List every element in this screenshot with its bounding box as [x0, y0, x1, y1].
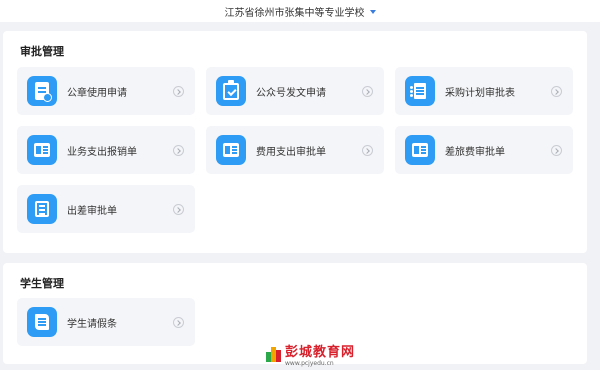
chevron-right-icon: [173, 203, 184, 215]
chevron-right-icon: [551, 144, 562, 156]
tile-label: 费用支出审批单: [256, 146, 326, 158]
tile-label: 学生请假条: [67, 318, 117, 330]
section-title: 学生管理: [20, 277, 64, 290]
tile-student-leave-request[interactable]: 学生请假条: [17, 298, 195, 346]
watermark-name: 彭城教育网: [285, 345, 356, 360]
tile-label: 差旅费审批单: [445, 146, 505, 158]
newspaper-icon: [216, 135, 246, 165]
top-bar: 江苏省徐州市张集中等专业学校: [0, 0, 600, 22]
chevron-right-icon: [362, 85, 373, 97]
section-title: 审批管理: [20, 45, 64, 58]
tile-seal-usage-request[interactable]: 公章使用申请: [17, 67, 195, 115]
tile-procurement-plan-approval[interactable]: 采购计划审批表: [395, 67, 573, 115]
tile-label: 公章使用申请: [67, 87, 127, 99]
list-document-icon: [27, 194, 57, 224]
chevron-right-icon: [173, 85, 184, 97]
book-logo-icon: [266, 346, 282, 362]
school-name: 江苏省徐州市张集中等专业学校: [224, 7, 365, 19]
watermark-url: www.pcjyedu.cn: [285, 360, 334, 367]
tile-label: 采购计划审批表: [445, 87, 515, 99]
newspaper-icon: [27, 135, 57, 165]
chevron-right-icon: [551, 85, 562, 97]
tile-label: 公众号发文申请: [256, 87, 326, 99]
watermark: 彭城教育网 www.pcjyedu.cn: [266, 346, 355, 367]
scroll-icon: [27, 307, 57, 337]
tile-expense-approval[interactable]: 费用支出审批单: [206, 126, 384, 174]
tile-label: 业务支出报销单: [67, 146, 137, 158]
school-selector[interactable]: 江苏省徐州市张集中等专业学校: [225, 4, 376, 19]
chevron-right-icon: [173, 144, 184, 156]
seal-document-icon: [27, 76, 57, 106]
newspaper-icon: [405, 135, 435, 165]
chevron-right-icon: [362, 144, 373, 156]
chevron-right-icon: [173, 316, 184, 328]
tile-business-expense-reimbursement[interactable]: 业务支出报销单: [17, 126, 195, 174]
tile-official-account-post-request[interactable]: 公众号发文申请: [206, 67, 384, 115]
clipboard-check-icon: [216, 76, 246, 106]
form-list-icon: [405, 76, 435, 106]
tile-travel-expense-approval[interactable]: 差旅费审批单: [395, 126, 573, 174]
tile-business-trip-approval[interactable]: 出差审批单: [17, 185, 195, 233]
tile-label: 出差审批单: [67, 205, 117, 217]
caret-down-icon: [369, 9, 376, 14]
approval-management-section: 审批管理 公章使用申请 公众号发文申请 采购计划审批表 业务支出报销单 费用支出…: [3, 31, 587, 253]
